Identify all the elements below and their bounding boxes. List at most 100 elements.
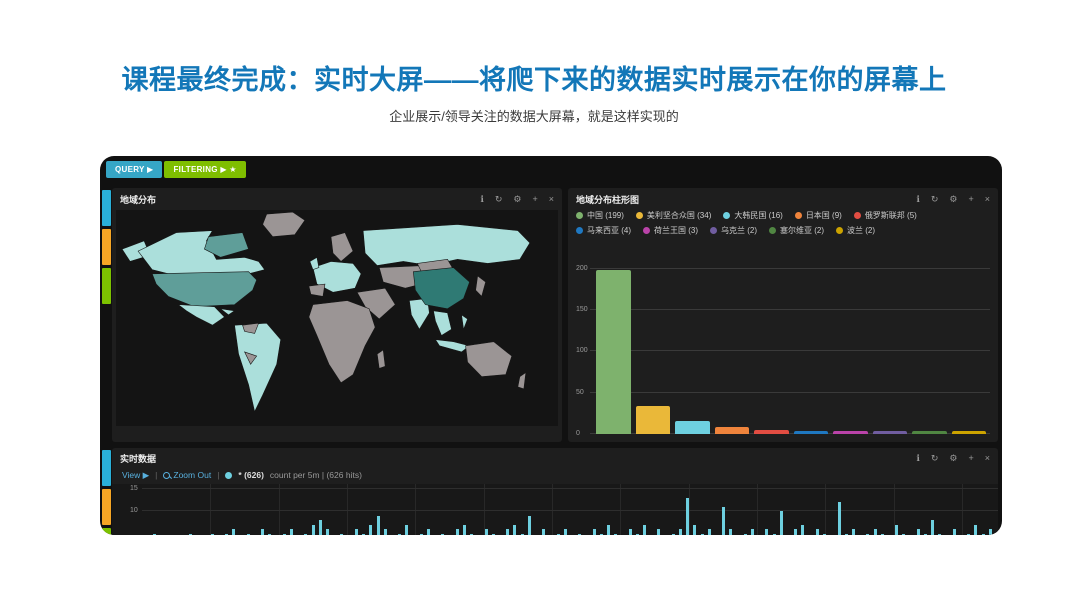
histogram-bar[interactable]: [823, 534, 826, 536]
gear-icon[interactable]: ⚙: [949, 454, 957, 463]
legend-item[interactable]: 塞尔维亚 (2): [769, 225, 824, 236]
histogram-bar[interactable]: [852, 529, 855, 535]
histogram-bar[interactable]: [938, 534, 941, 536]
series-dot-icon[interactable]: [225, 472, 232, 479]
histogram-bar[interactable]: [377, 516, 380, 536]
histogram-bar[interactable]: [506, 529, 509, 535]
row-tab-cyan[interactable]: [102, 450, 111, 486]
histogram-bar[interactable]: [801, 525, 804, 536]
histogram-bar[interactable]: [304, 534, 307, 536]
filtering-button[interactable]: FILTERING ▶ ★: [164, 161, 245, 178]
legend-item[interactable]: 荷兰王国 (3): [643, 225, 698, 236]
histogram-bar[interactable]: [657, 529, 660, 535]
region-mexico[interactable]: [178, 305, 224, 326]
histogram-bar[interactable]: [513, 525, 516, 536]
histogram-bar[interactable]: [542, 529, 545, 535]
bar-3[interactable]: [675, 421, 710, 434]
histogram-bar[interactable]: [773, 534, 776, 536]
region-philippines[interactable]: [462, 315, 468, 329]
histogram-bar[interactable]: [521, 534, 524, 536]
histogram-bar[interactable]: [312, 525, 315, 536]
histogram-bar[interactable]: [866, 534, 869, 536]
legend-item[interactable]: 大韩民国 (16): [723, 210, 782, 221]
histogram-bar[interactable]: [838, 502, 841, 535]
refresh-icon[interactable]: ↻: [931, 195, 939, 204]
region-japan[interactable]: [476, 276, 486, 297]
histogram-bar[interactable]: [153, 534, 156, 536]
histogram-bar[interactable]: [708, 529, 711, 535]
refresh-icon[interactable]: ↻: [931, 454, 939, 463]
histogram-bar[interactable]: [557, 534, 560, 536]
histogram-bar[interactable]: [967, 534, 970, 536]
histogram-bar[interactable]: [686, 498, 689, 536]
histogram-bar[interactable]: [982, 534, 985, 536]
info-icon[interactable]: ℹ: [480, 195, 483, 204]
histogram-bar[interactable]: [816, 529, 819, 535]
histogram-bar[interactable]: [845, 534, 848, 536]
histogram-bar[interactable]: [751, 529, 754, 535]
histogram-bar[interactable]: [953, 529, 956, 535]
refresh-icon[interactable]: ↻: [495, 195, 503, 204]
region-south-america[interactable]: [235, 323, 281, 411]
region-usa[interactable]: [152, 272, 256, 307]
histogram-bar[interactable]: [874, 529, 877, 535]
histogram-bar[interactable]: [780, 511, 783, 535]
histogram-bar[interactable]: [232, 529, 235, 535]
bar-5[interactable]: [754, 430, 789, 434]
move-icon[interactable]: +: [968, 454, 973, 463]
region-greenland[interactable]: [263, 212, 305, 237]
move-icon[interactable]: +: [968, 195, 973, 204]
histogram-bar[interactable]: [607, 525, 610, 536]
move-icon[interactable]: +: [532, 195, 537, 204]
histogram-bar[interactable]: [268, 534, 271, 536]
bar-7[interactable]: [833, 431, 868, 434]
legend-item[interactable]: 马来西亚 (4): [576, 225, 631, 236]
view-link[interactable]: View ▶: [122, 470, 149, 481]
bar-1[interactable]: [596, 270, 631, 434]
histogram-bar[interactable]: [492, 534, 495, 536]
histogram-bar[interactable]: [679, 529, 682, 535]
row-tab-orange[interactable]: [102, 489, 111, 525]
gear-icon[interactable]: ⚙: [513, 195, 521, 204]
histogram-bar[interactable]: [643, 525, 646, 536]
row-tab-green[interactable]: [102, 268, 111, 304]
histogram-bar[interactable]: [600, 534, 603, 536]
region-africa[interactable]: [309, 301, 375, 383]
histogram-bar[interactable]: [340, 534, 343, 536]
gear-icon[interactable]: ⚙: [949, 195, 957, 204]
histogram-bar[interactable]: [629, 529, 632, 535]
region-uk[interactable]: [310, 257, 319, 269]
histogram-bar[interactable]: [564, 529, 567, 535]
histogram-bar[interactable]: [189, 534, 192, 536]
histogram-bar[interactable]: [470, 534, 473, 536]
histogram-bar[interactable]: [895, 525, 898, 536]
legend-item[interactable]: 日本国 (9): [795, 210, 842, 221]
legend-item[interactable]: 乌克兰 (2): [710, 225, 757, 236]
row-tab-green[interactable]: [102, 528, 111, 535]
info-icon[interactable]: ℹ: [916, 195, 919, 204]
histogram-bar[interactable]: [485, 529, 488, 535]
legend-item[interactable]: 俄罗斯联邦 (5): [854, 210, 917, 221]
histogram-bar[interactable]: [290, 529, 293, 535]
histogram-bar[interactable]: [701, 534, 704, 536]
histogram-bar[interactable]: [456, 529, 459, 535]
histogram-bar[interactable]: [593, 529, 596, 535]
bar-2[interactable]: [636, 406, 671, 434]
region-canada[interactable]: [138, 231, 265, 276]
bar-9[interactable]: [912, 431, 947, 434]
bar-10[interactable]: [952, 431, 987, 434]
query-button[interactable]: QUERY ▶: [106, 161, 162, 178]
legend-item[interactable]: 波兰 (2): [836, 225, 875, 236]
histogram-bar[interactable]: [722, 507, 725, 536]
bar-8[interactable]: [873, 431, 908, 434]
histogram-bar[interactable]: [765, 529, 768, 535]
histogram-bar[interactable]: [974, 525, 977, 536]
legend-item[interactable]: 美利坚合众国 (34): [636, 210, 711, 221]
histogram-bar[interactable]: [441, 534, 444, 536]
close-icon[interactable]: ×: [985, 454, 990, 463]
row-tab-orange[interactable]: [102, 229, 111, 265]
histogram-bar[interactable]: [614, 534, 617, 536]
legend-item[interactable]: 中国 (199): [576, 210, 624, 221]
histogram-bar[interactable]: [672, 534, 675, 536]
histogram-bar[interactable]: [729, 529, 732, 535]
